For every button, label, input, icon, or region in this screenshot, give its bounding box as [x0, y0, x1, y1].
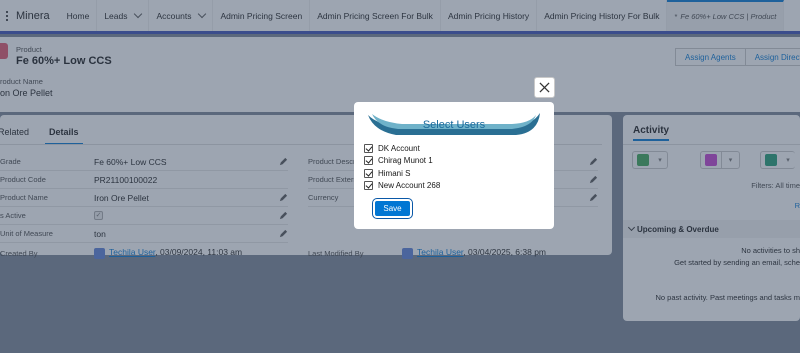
user-option-label: New Account 268: [378, 181, 441, 191]
modal-title: Select Users: [422, 119, 486, 131]
modal-header: Select Users: [366, 111, 542, 138]
user-checkbox-list: DK Account Chirag Munot 1 Himani S New A…: [364, 142, 440, 192]
user-option-label: Himani S: [378, 168, 411, 178]
close-button[interactable]: [534, 77, 555, 98]
user-option-label: Chirag Munot 1: [378, 156, 433, 166]
checkbox-checked[interactable]: [364, 181, 373, 191]
user-option[interactable]: DK Account: [364, 142, 440, 155]
checkbox-checked[interactable]: [364, 156, 373, 166]
checkbox-checked[interactable]: [364, 143, 373, 153]
checkbox-checked[interactable]: [364, 168, 373, 178]
select-users-modal: Select Users DK Account Chirag Munot 1 H…: [354, 102, 554, 229]
close-icon: [539, 82, 550, 93]
user-option-label: DK Account: [378, 143, 420, 153]
user-option[interactable]: Himani S: [364, 167, 440, 180]
user-option[interactable]: New Account 268: [364, 180, 440, 193]
user-option[interactable]: Chirag Munot 1: [364, 155, 440, 168]
save-button[interactable]: Save: [373, 199, 412, 218]
